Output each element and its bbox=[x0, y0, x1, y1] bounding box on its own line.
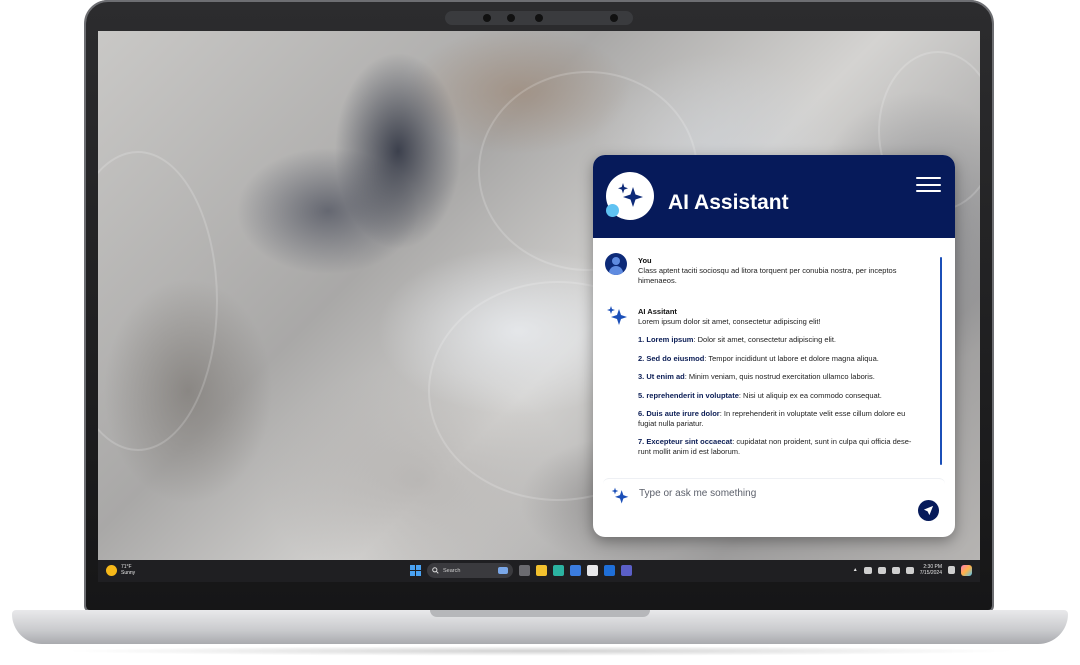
edge-browser-icon[interactable] bbox=[553, 565, 564, 576]
sparkle-icon bbox=[607, 306, 627, 325]
chat-input[interactable] bbox=[639, 486, 909, 500]
desktop-screen: AI Assistant You Class aptent taciti soc… bbox=[98, 31, 980, 582]
task-view-icon[interactable] bbox=[519, 565, 530, 576]
list-item: 2. Sed do eiusmod: Tempor incididunt ut … bbox=[638, 354, 923, 364]
chat-history[interactable]: You Class aptent taciti sociosqu ad lito… bbox=[593, 238, 955, 470]
list-item: 7. Excepteur sint occaecat: cupidatat no… bbox=[638, 437, 923, 456]
camera-sensor bbox=[483, 14, 491, 22]
send-icon bbox=[923, 505, 934, 516]
avatar-body bbox=[609, 266, 623, 275]
list-item-term: Sed do eiusmod bbox=[646, 353, 705, 363]
list-item: 6. Duis aute irure dolor: In reprehender… bbox=[638, 409, 923, 428]
assistant-list: 1. Lorem ipsum: Dolor sit amet, consecte… bbox=[638, 335, 923, 456]
outlook-icon[interactable] bbox=[604, 565, 615, 576]
notification-bell-icon[interactable] bbox=[948, 566, 955, 574]
chat-input-area bbox=[603, 478, 945, 525]
menu-line bbox=[916, 183, 941, 186]
volume-icon[interactable] bbox=[891, 566, 900, 574]
taskbar: 71°F Sunny Search ▲ 2:30 PM 7/15/2024 bbox=[98, 560, 980, 582]
copilot-icon[interactable] bbox=[961, 564, 972, 576]
list-item: 1. Lorem ipsum: Dolor sit amet, consecte… bbox=[638, 335, 923, 345]
ai-logo bbox=[606, 172, 654, 220]
ai-logo-accent-dot bbox=[606, 204, 619, 217]
location-icon[interactable] bbox=[863, 566, 872, 574]
chevron-up-icon[interactable]: ▲ bbox=[853, 567, 858, 573]
sparkle-icon bbox=[611, 487, 629, 504]
file-explorer-icon[interactable] bbox=[536, 565, 547, 576]
list-item: 5. reprehenderit in voluptate: Nisi ut a… bbox=[638, 391, 923, 401]
menu-line bbox=[916, 190, 941, 192]
ai-assistant-title: AI Assistant bbox=[668, 191, 789, 214]
laptop-mockup: AI Assistant You Class aptent taciti soc… bbox=[0, 0, 1080, 665]
taskbar-search[interactable]: Search bbox=[427, 563, 513, 578]
list-item: 3. Ut enim ad: Minim veniam, quis nostru… bbox=[638, 372, 923, 382]
send-button[interactable] bbox=[918, 500, 939, 521]
system-tray: ▲ 2:30 PM 7/15/2024 bbox=[853, 564, 972, 576]
laptop-shadow bbox=[60, 646, 1020, 656]
list-item-term: Duis aute irure dolor bbox=[646, 409, 720, 418]
list-item-term: Lorem ipsum bbox=[646, 335, 694, 344]
windows-logo-tile bbox=[416, 571, 421, 576]
user-avatar-icon bbox=[605, 253, 627, 275]
calendar-icon[interactable] bbox=[587, 565, 598, 576]
list-item-term: reprehenderit in voluptate bbox=[646, 390, 739, 400]
laptop-opening-notch bbox=[430, 610, 650, 617]
copilot-badge-icon bbox=[498, 567, 508, 574]
clock-date: 7/15/2024 bbox=[919, 570, 942, 576]
list-item-text: : Tempor incididunt ut labore et dolore … bbox=[704, 353, 879, 363]
ai-assistant-panel: AI Assistant You Class aptent taciti soc… bbox=[593, 155, 955, 537]
store-icon[interactable] bbox=[570, 565, 581, 576]
list-item-term: Excepteur sint occaecat bbox=[646, 437, 733, 446]
search-icon bbox=[432, 567, 439, 574]
list-item-text: : Nisi ut aliquip ex ea commodo consequa… bbox=[738, 390, 882, 400]
weather-text: 71°F Sunny bbox=[121, 564, 135, 576]
windows-logo-tile bbox=[410, 565, 415, 570]
list-item-term: Ut enim ad bbox=[646, 372, 685, 381]
assistant-name: AI Assitant bbox=[638, 307, 677, 316]
wifi-icon[interactable] bbox=[877, 566, 886, 574]
taskbar-center: Search bbox=[410, 563, 632, 578]
wallpaper-swirl bbox=[98, 151, 218, 451]
sun-icon bbox=[106, 564, 117, 576]
menu-line bbox=[916, 177, 941, 179]
search-label: Search bbox=[443, 567, 461, 574]
webcam-bar bbox=[445, 11, 633, 25]
avatar-head bbox=[612, 257, 620, 265]
assistant-message-content: AI Assitant Lorem ipsum dolor sit amet, … bbox=[638, 307, 923, 465]
camera-sensor bbox=[507, 14, 515, 22]
ai-assistant-header: AI Assistant bbox=[593, 155, 955, 238]
teams-icon[interactable] bbox=[621, 565, 632, 576]
battery-icon[interactable] bbox=[905, 566, 914, 574]
hamburger-icon[interactable] bbox=[916, 177, 941, 192]
assistant-intro: Lorem ipsum dolor sit amet, consectetur … bbox=[638, 317, 821, 326]
list-item-text: : Dolor sit amet, consectetur adipiscing… bbox=[693, 335, 837, 344]
camera-sensor bbox=[610, 14, 618, 22]
weather-widget[interactable]: 71°F Sunny bbox=[106, 564, 135, 576]
user-message-text: Class aptent taciti sociosqu ad litora t… bbox=[638, 266, 897, 285]
windows-logo-tile bbox=[410, 571, 415, 576]
camera-lens bbox=[535, 14, 543, 22]
user-name: You bbox=[638, 256, 652, 265]
user-message-content: You Class aptent taciti sociosqu ad lito… bbox=[638, 256, 898, 286]
taskbar-clock[interactable]: 2:30 PM 7/15/2024 bbox=[920, 564, 942, 576]
chat-scrollbar[interactable] bbox=[940, 257, 942, 465]
list-item-text: : Minim veniam, quis nostrud exercitatio… bbox=[684, 372, 875, 381]
windows-logo-tile bbox=[416, 565, 421, 570]
start-button[interactable] bbox=[410, 565, 421, 576]
weather-desc: Sunny bbox=[121, 570, 136, 576]
sparkle-icon bbox=[618, 183, 643, 207]
